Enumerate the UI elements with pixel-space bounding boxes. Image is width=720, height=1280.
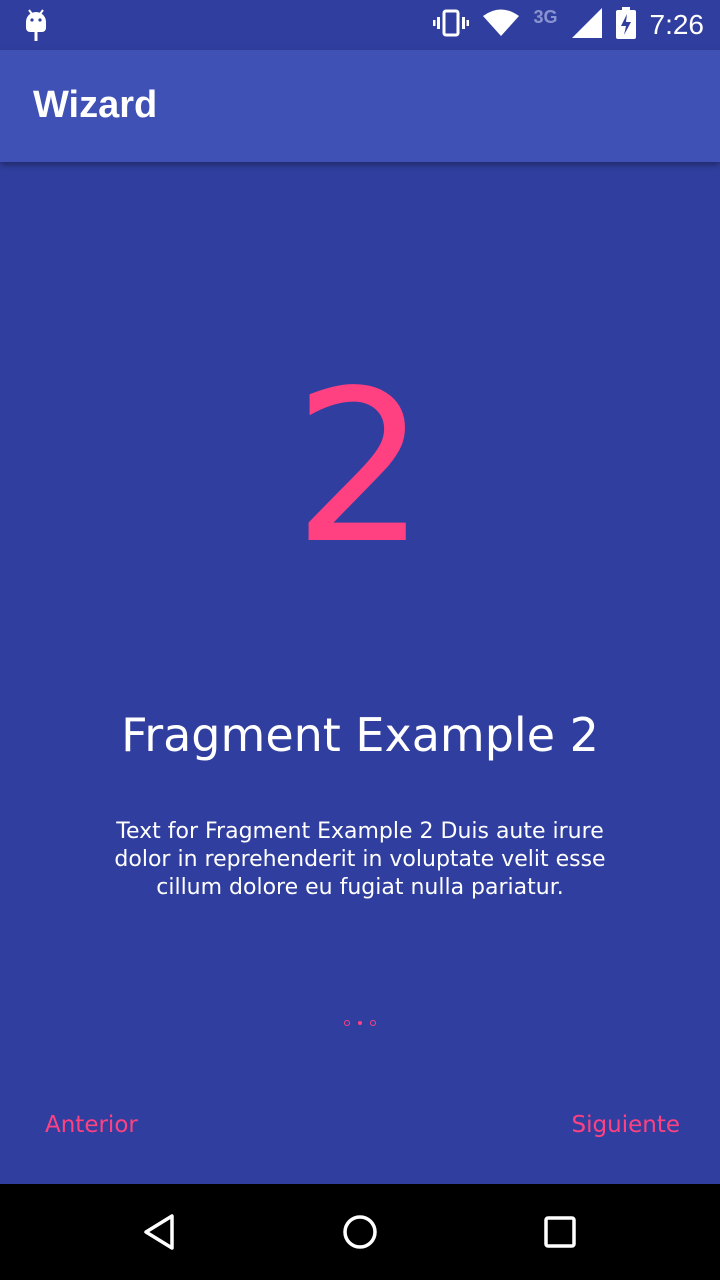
previous-button[interactable]: Anterior — [45, 1112, 138, 1138]
fragment-description: Text for Fragment Example 2 Duis aute ir… — [114, 819, 606, 900]
status-time: 7:26 — [649, 9, 705, 40]
vibrate-icon — [433, 9, 470, 42]
signal-icon — [571, 7, 602, 43]
wifi-icon — [483, 9, 520, 42]
page-dot-3 — [370, 1020, 376, 1026]
app-bar: Wizard — [0, 50, 720, 162]
next-button[interactable]: Siguiente — [572, 1112, 680, 1138]
battery-charging-icon — [615, 6, 636, 44]
android-debug-icon — [24, 8, 48, 47]
back-icon[interactable] — [130, 1202, 190, 1262]
network-type-label: 3G — [533, 6, 558, 27]
fragment-number: 2 — [293, 345, 427, 590]
status-bar: 3G 7:26 — [0, 0, 720, 50]
app-title: Wizard — [33, 84, 158, 126]
page-indicator — [0, 1017, 720, 1029]
system-navigation-bar — [0, 1184, 720, 1280]
home-icon[interactable] — [330, 1202, 390, 1262]
page-dot-2-active — [358, 1021, 362, 1025]
fragment-title: Fragment Example 2 — [121, 708, 599, 762]
page-dot-1 — [344, 1020, 350, 1026]
recents-icon[interactable] — [530, 1202, 590, 1262]
